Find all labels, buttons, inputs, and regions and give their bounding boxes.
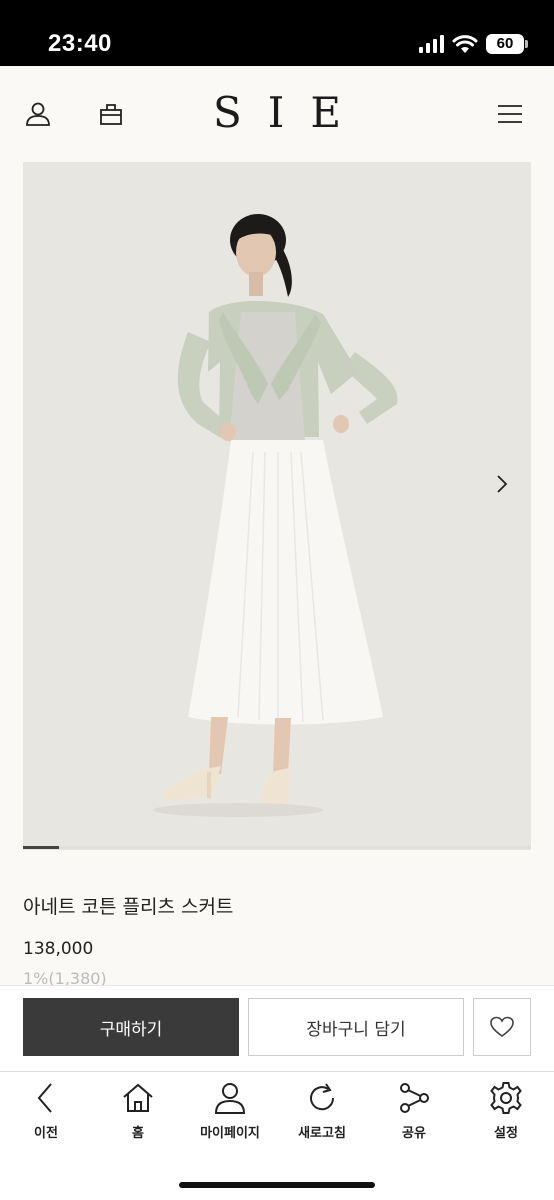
gallery-progress-bar — [23, 846, 531, 849]
wifi-icon — [452, 35, 478, 53]
nav-mypage-label: 마이페이지 — [200, 1126, 260, 1141]
signal-icon — [419, 35, 444, 53]
wishlist-button[interactable] — [473, 998, 531, 1056]
status-bar: 23:40 60 — [0, 0, 554, 66]
nav-refresh[interactable]: 새로고침 — [276, 1080, 368, 1150]
status-icons: 60 — [419, 32, 528, 56]
nav-back-label: 이전 — [34, 1126, 58, 1141]
settings-icon — [490, 1082, 522, 1114]
nav-refresh-label: 새로고침 — [298, 1126, 346, 1141]
bottom-navigation: 이전 홈 마이페이지 새로고침 공유 설정 — [0, 1071, 554, 1200]
battery-indicator: 60 — [486, 34, 528, 54]
nav-home-label: 홈 — [132, 1126, 144, 1141]
nav-share-label: 공유 — [402, 1126, 426, 1141]
add-to-cart-button[interactable]: 장바구니 담기 — [248, 998, 464, 1056]
heart-icon — [490, 1016, 514, 1037]
nav-settings-label: 설정 — [494, 1126, 518, 1141]
home-icon — [123, 1083, 153, 1112]
share-icon — [400, 1083, 429, 1113]
person-icon — [214, 1083, 246, 1114]
product-price: 138,000 — [23, 939, 94, 959]
nav-home[interactable]: 홈 — [92, 1080, 184, 1150]
refresh-icon — [310, 1083, 335, 1111]
app-screen: SIE 아네트 코튼 플리츠 스커트 138,000 1%(1,380) 구매하… — [0, 66, 554, 1200]
product-name: 아네트 코튼 플리츠 스커트 — [23, 896, 234, 918]
product-image-gallery[interactable] — [23, 162, 531, 850]
chevron-right-icon[interactable] — [489, 472, 513, 496]
product-info: 아네트 코튼 플리츠 스커트 138,000 1%(1,380) — [23, 892, 233, 988]
status-time: 23:40 — [48, 30, 112, 57]
purchase-action-bar: 구매하기 장바구니 담기 — [0, 985, 554, 1071]
nav-back[interactable]: 이전 — [0, 1080, 92, 1150]
product-photo — [23, 162, 531, 850]
menu-icon[interactable] — [492, 96, 528, 132]
home-indicator — [179, 1182, 375, 1188]
site-header: SIE — [0, 66, 554, 161]
gallery-progress-fill — [23, 846, 59, 849]
nav-mypage[interactable]: 마이페이지 — [184, 1080, 276, 1150]
back-icon — [37, 1083, 52, 1113]
nav-share[interactable]: 공유 — [368, 1080, 460, 1150]
buy-button[interactable]: 구매하기 — [23, 998, 239, 1056]
brand-logo[interactable]: SIE — [0, 88, 554, 137]
nav-settings[interactable]: 설정 — [460, 1080, 552, 1150]
